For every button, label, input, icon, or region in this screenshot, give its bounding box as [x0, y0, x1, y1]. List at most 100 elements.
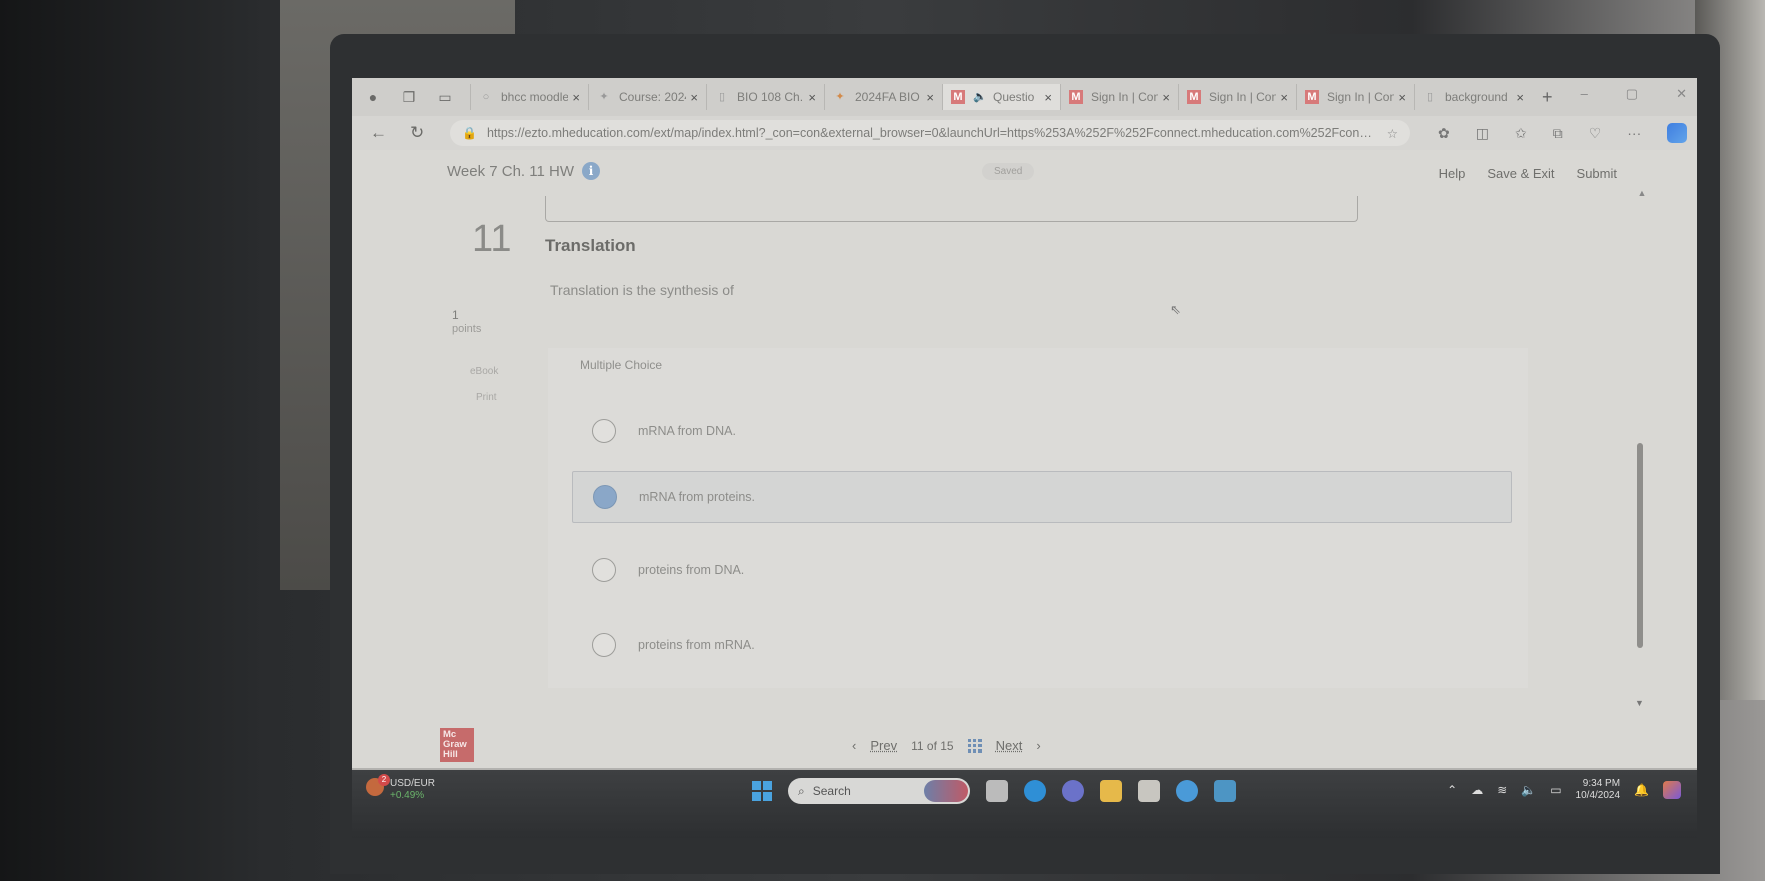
close-tab-icon[interactable]: × [1398, 90, 1406, 105]
header-links: Help Save & Exit Submit [1439, 166, 1617, 181]
copilot-taskbar-icon[interactable] [1663, 781, 1681, 799]
answer-option[interactable]: mRNA from DNA. [572, 405, 1512, 457]
scroll-up-arrow-icon[interactable]: ▲ [1635, 188, 1649, 198]
browser-tab-active[interactable]: M 🔈 Questio × [942, 84, 1060, 110]
save-exit-button[interactable]: Save & Exit [1487, 166, 1554, 181]
mcgraw-m-icon: M [1069, 90, 1083, 104]
browser-tab[interactable]: M Sign In | Con × [1060, 84, 1178, 110]
wifi-icon[interactable]: ≋ [1497, 783, 1507, 797]
teams-icon[interactable] [1062, 780, 1084, 802]
notification-bell-icon[interactable]: 🔔 [1634, 783, 1649, 797]
battery-icon[interactable]: ▭ [1550, 783, 1561, 797]
browser-tab[interactable]: M Sign In | Con × [1178, 84, 1296, 110]
question-grid-icon[interactable] [967, 738, 982, 753]
stocks-widget[interactable]: 2 USD/EUR +0.49% [366, 774, 435, 802]
more-options-icon[interactable]: ··· [1627, 125, 1641, 141]
file-explorer-icon[interactable] [1100, 780, 1122, 802]
next-button[interactable]: Next [996, 738, 1023, 753]
prev-button[interactable]: Prev [870, 738, 897, 753]
course-icon: ✦ [835, 91, 845, 103]
radio-button[interactable] [592, 558, 616, 582]
split-screen-icon[interactable]: ◫ [1476, 125, 1489, 142]
maximize-button[interactable]: ▢ [1626, 86, 1638, 102]
clock[interactable]: 9:34 PM 10/4/2024 [1576, 778, 1621, 802]
browser-tab[interactable]: ✦ Course: 2024 × [588, 84, 706, 110]
question-prompt: Translation is the synthesis of [550, 282, 734, 298]
lock-icon[interactable]: 🔒 [462, 126, 477, 140]
edge-icon[interactable] [1024, 780, 1046, 802]
assignment-header: Week 7 Ch. 11 HW i Saved Help Save & Exi… [352, 150, 1697, 194]
system-tray: ⌃ ☁ ≋ 🔈 ▭ 9:34 PM 10/4/2024 🔔 [1447, 778, 1681, 802]
task-view-icon[interactable] [986, 780, 1008, 802]
close-tab-icon[interactable]: × [1044, 90, 1052, 105]
search-highlight-art [924, 780, 968, 802]
ebook-link[interactable]: eBook [470, 366, 498, 377]
chevron-up-icon[interactable]: ⌃ [1447, 783, 1457, 797]
tab-label: Sign In | Con [1091, 90, 1159, 104]
tab-label: 2024FA BIO [855, 90, 920, 104]
total-questions: 15 [940, 738, 954, 753]
minimize-button[interactable]: – [1581, 86, 1588, 102]
browser-tab[interactable]: ▯ background × [1414, 84, 1532, 110]
tab-label: background [1445, 90, 1508, 104]
volume-icon[interactable]: 🔈 [1521, 783, 1536, 797]
close-tab-icon[interactable]: × [690, 90, 698, 105]
tab-label: BIO 108 Ch. [737, 90, 804, 104]
help-app-icon[interactable] [1176, 780, 1198, 802]
address-bar[interactable]: 🔒 https://ezto.mheducation.com/ext/map/i… [450, 120, 1410, 146]
close-tab-icon[interactable]: × [1162, 90, 1170, 105]
url-text[interactable]: https://ezto.mheducation.com/ext/map/ind… [487, 126, 1377, 140]
close-tab-icon[interactable]: × [926, 90, 934, 105]
chevron-left-icon[interactable]: ‹ [852, 738, 856, 753]
close-tab-icon[interactable]: × [572, 90, 580, 105]
refresh-icon[interactable]: ↻ [410, 123, 438, 143]
help-link[interactable]: Help [1439, 166, 1466, 181]
question-navigation-footer: Mc Graw Hill ‹ Prev 11 of 15 Next › [352, 726, 1697, 770]
radio-button[interactable] [592, 633, 616, 657]
taskbar-search[interactable]: ⌕ Search [788, 778, 970, 804]
workspaces-icon[interactable]: ❐ [398, 86, 420, 108]
close-tab-icon[interactable]: × [808, 90, 816, 105]
close-tab-icon[interactable]: × [1280, 90, 1288, 105]
browser-tab[interactable]: ▯ BIO 108 Ch. × [706, 84, 824, 110]
windows-start-icon[interactable] [752, 781, 772, 801]
radio-button[interactable] [592, 419, 616, 443]
page-scrollbar[interactable]: ▲ ▼ [1635, 188, 1649, 708]
browser-tab[interactable]: ✦ 2024FA BIO × [824, 84, 942, 110]
store-icon[interactable] [1138, 780, 1160, 802]
chevron-right-icon[interactable]: › [1036, 738, 1040, 753]
browser-tab[interactable]: M Sign In | Con × [1296, 84, 1414, 110]
onedrive-icon[interactable]: ☁ [1471, 783, 1483, 797]
favorites-icon[interactable]: ✩ [1515, 125, 1527, 142]
close-window-button[interactable]: ✕ [1676, 86, 1687, 102]
info-icon[interactable]: i [582, 162, 600, 180]
copilot-icon[interactable] [1667, 123, 1688, 143]
answer-text: mRNA from DNA. [638, 424, 736, 438]
collections-icon[interactable]: ⧉ [1553, 125, 1563, 142]
scrollbar-thumb[interactable] [1637, 443, 1643, 648]
question-type-label: Multiple Choice [580, 358, 663, 372]
answer-option[interactable]: proteins from mRNA. [572, 619, 1512, 671]
assignment-title-text: Week 7 Ch. 11 HW [447, 162, 574, 180]
answer-option-selected[interactable]: mRNA from proteins. [572, 471, 1512, 523]
back-arrow-icon[interactable]: ← [370, 123, 398, 143]
mcgraw-m-icon: M [951, 90, 965, 104]
page-icon: ○ [482, 91, 490, 103]
search-icon: ⌕ [798, 783, 805, 798]
extensions-icon[interactable]: ✿ [1438, 125, 1450, 142]
pinned-app-icon[interactable] [1214, 780, 1236, 802]
tab-actions-icon[interactable]: ▭ [434, 86, 456, 108]
profile-icon[interactable]: ● [362, 86, 384, 108]
close-tab-icon[interactable]: × [1516, 90, 1524, 105]
browser-essentials-icon[interactable]: ♡ [1589, 125, 1602, 142]
submit-button[interactable]: Submit [1577, 166, 1617, 181]
answer-option[interactable]: proteins from DNA. [572, 544, 1512, 596]
radio-button-checked[interactable] [593, 485, 617, 509]
speaker-icon[interactable]: 🔈 [973, 90, 987, 104]
scroll-down-arrow-icon[interactable]: ▼ [1635, 698, 1644, 708]
print-link[interactable]: Print [476, 392, 497, 403]
browser-tab[interactable]: ○ bhcc moodle × [470, 84, 588, 110]
new-tab-button[interactable]: + [1542, 87, 1553, 108]
favorite-star-icon[interactable]: ☆ [1387, 126, 1398, 141]
question-number: 11 [472, 218, 512, 260]
